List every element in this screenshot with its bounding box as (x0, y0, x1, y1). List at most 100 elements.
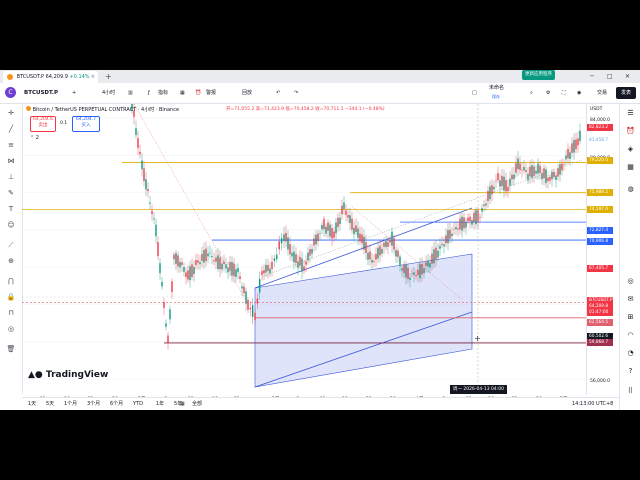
trash-icon[interactable]: 🗑 (6, 344, 16, 354)
fib-icon[interactable]: ≡ (6, 140, 16, 150)
candle-body (517, 158, 519, 169)
candle-body (455, 226, 457, 230)
trendline-icon[interactable]: ╱ (6, 124, 16, 134)
screener-icon[interactable]: ⊞ (625, 312, 636, 323)
range-button[interactable]: 6个月 (110, 398, 123, 410)
replay-button[interactable]: 回放 (242, 83, 252, 103)
ruler-icon[interactable]: ⟋ (6, 240, 16, 250)
camera-icon[interactable]: ◉ (577, 83, 581, 103)
price-chart[interactable]: + (22, 92, 586, 395)
layers-icon[interactable]: ◈ (625, 144, 636, 155)
compare-add-icon[interactable]: + (72, 83, 76, 103)
candle-body (571, 143, 573, 153)
chart-pane[interactable]: + (22, 92, 586, 395)
interval-button[interactable]: 4小时 (102, 83, 115, 103)
help-icon[interactable]: ? (625, 366, 636, 377)
minimize-button[interactable]: ─ (590, 70, 594, 83)
right-sidebar: ☰ ⏰ ◈ ▦ ◍ ◎ ✉ ⊞ ◠ ◔ ? ⠿ (619, 104, 640, 410)
notification-icon[interactable]: ◔ (625, 348, 636, 359)
candle-body (371, 259, 373, 263)
tab-btcusdt[interactable]: BTCUSDT.P 64,209.9 +0.14% × (3, 71, 98, 83)
candle-body (463, 217, 465, 229)
lock-icon[interactable]: 🔒 (6, 292, 16, 302)
range-button[interactable]: 5天 (46, 398, 54, 410)
trade-button[interactable]: 交易 (597, 83, 607, 103)
undo-icon[interactable]: ↶ (276, 83, 280, 103)
price-label: 74,197.0 (587, 206, 613, 213)
target-icon[interactable]: ◎ (625, 276, 636, 287)
range-button[interactable]: 3个月 (87, 398, 100, 410)
buy-button[interactable]: 64,204.7 买入 (72, 116, 100, 132)
price-tick: 56,000.0 (590, 379, 611, 384)
candle-body (369, 251, 371, 260)
candle-body (331, 228, 333, 239)
lock-drawings-icon[interactable]: ⊓ (6, 308, 16, 318)
update-app-button[interactable]: 更新应用程序 (522, 70, 555, 80)
price-label: 79,220.0 (587, 157, 613, 164)
alert-clock-icon[interactable]: ⏰ (195, 83, 201, 103)
maximize-button[interactable]: □ (607, 70, 613, 83)
alerts-icon[interactable]: ⏰ (625, 126, 636, 137)
watchlist-icon[interactable]: ☰ (625, 108, 636, 119)
fullscreen-icon[interactable]: ⛶ (562, 83, 566, 103)
forecast-icon[interactable]: ⊥ (6, 172, 16, 182)
candle-body (479, 217, 481, 219)
candle-body (555, 175, 557, 180)
range-button[interactable]: YTD (133, 398, 143, 410)
eye-icon[interactable]: ◎ (6, 324, 16, 334)
alert-button[interactable]: 警报 (206, 83, 216, 103)
stream-icon[interactable]: ◠ (625, 330, 636, 341)
chart-type-candles-icon[interactable]: ▥ (128, 83, 133, 103)
indicator-collapse-toggle[interactable]: ⌃ 2 (30, 135, 39, 141)
candle-body (149, 202, 151, 204)
zoom-in-icon[interactable]: ⊕ (6, 256, 16, 266)
layout-square-icon[interactable]: □ (472, 83, 477, 103)
candle-body (471, 220, 473, 225)
candle-body (189, 266, 191, 281)
candle-body (243, 286, 245, 294)
candle-body (553, 171, 555, 178)
text-icon[interactable]: T (6, 204, 16, 214)
calendar-range-icon[interactable]: ▦ (180, 398, 185, 410)
range-button[interactable]: 全部 (192, 398, 202, 410)
indicators-icon[interactable]: ƒ (148, 83, 150, 103)
symbol-search-button[interactable]: BTCUSDT.P (24, 87, 58, 99)
calendar-icon[interactable]: ▦ (625, 162, 636, 173)
avatar[interactable]: C (5, 87, 16, 98)
candle-body (161, 281, 163, 287)
range-button[interactable]: 1年 (156, 398, 164, 410)
candle-body (287, 237, 289, 250)
candle-body (367, 252, 369, 260)
gear-icon[interactable]: ⚙ (546, 83, 550, 103)
indicators-button[interactable]: 指标 (158, 83, 168, 103)
price-axis[interactable]: USDT 84,000.080,000.076,000.072,000.068,… (586, 104, 620, 395)
new-tab-button[interactable]: + (105, 70, 112, 83)
crosshair-icon[interactable]: ✛ (6, 108, 16, 118)
brush-icon[interactable]: ✎ (6, 188, 16, 198)
price-label: 82,823.2 (587, 124, 613, 131)
price-label: 67,405.7 (587, 265, 613, 272)
candle-body (229, 262, 231, 271)
save-sub-label: 保存 (492, 94, 500, 99)
emoji-icon[interactable]: ☺ (6, 220, 16, 230)
range-button[interactable]: 1天 (28, 398, 36, 410)
candle-body (291, 252, 293, 257)
close-window-button[interactable]: ✕ (625, 70, 630, 83)
candle-body (185, 272, 187, 278)
ideas-icon[interactable]: ◍ (625, 184, 636, 195)
publish-button[interactable]: 发表 (616, 87, 636, 99)
tab-close-icon[interactable]: × (91, 71, 95, 83)
layout-icon[interactable]: ▦ (180, 83, 185, 103)
candle-body (565, 155, 567, 160)
redo-icon[interactable]: ↷ (294, 83, 298, 103)
chat-icon[interactable]: ✉ (625, 294, 636, 305)
range-button[interactable]: 1个月 (64, 398, 77, 410)
sell-button[interactable]: 64,204.6 卖出 (30, 116, 56, 132)
pattern-icon[interactable]: ⋈ (6, 156, 16, 166)
grid-icon[interactable]: ⠿ (625, 386, 636, 397)
search-icon[interactable]: ⌕ (530, 83, 533, 103)
sell-label: 卖出 (38, 123, 48, 128)
magnet-icon[interactable]: ⋂ (6, 276, 16, 286)
candle-body (155, 224, 157, 237)
clock-time[interactable]: 14:13:00 UTC+8 (572, 398, 613, 410)
